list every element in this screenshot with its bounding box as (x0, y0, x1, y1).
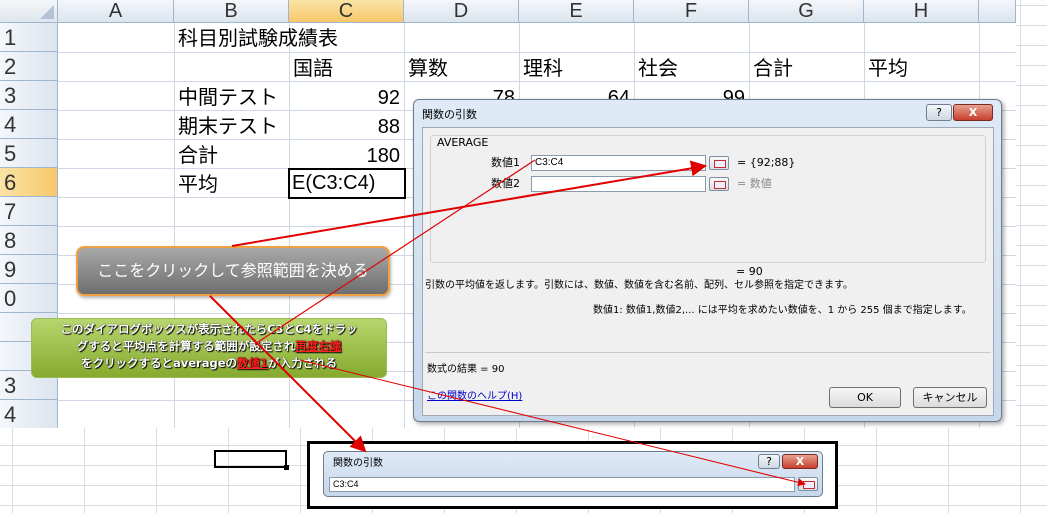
instruction-line-2: グすると平均点を計算する範囲が設定され再度右端 (32, 338, 386, 355)
mini-dialog-title: 関数の引数 (333, 458, 383, 469)
header-shakai[interactable]: 社会 (638, 55, 678, 83)
argument-group: AVERAGE 数値1 C3:C4 = {92;88} 数値2 = 数値 (430, 135, 986, 263)
column-header-f[interactable]: F (634, 0, 749, 23)
mini-range-input[interactable]: C3:C4 (329, 477, 795, 492)
column-header-a[interactable]: A (58, 0, 174, 23)
row-header-1[interactable]: 1 (0, 23, 58, 52)
cell-c6-active[interactable]: E(C3:C4) (288, 168, 406, 199)
mini-expand-button[interactable] (798, 477, 818, 491)
collapsed-function-dialog: 関数の引数 ? X C3:C4 (323, 451, 823, 497)
dialog-body: AVERAGE 数値1 C3:C4 = {92;88} 数値2 = 数値 = 9… (422, 127, 994, 416)
row-header-4[interactable]: 4 (0, 110, 58, 139)
instruction-text: をクリックするとaverageの (80, 356, 237, 370)
column-header-g[interactable]: G (749, 0, 864, 23)
row-header-8[interactable]: 8 (0, 226, 58, 255)
row-header-5[interactable]: 5 (0, 139, 58, 168)
select-all-corner[interactable] (0, 0, 58, 23)
cell-c4[interactable]: 88 (289, 113, 400, 141)
row-label-total[interactable]: 合計 (178, 142, 218, 170)
arg1-result: = {92;88} (737, 156, 796, 169)
callout-instructions: このダイアログボックスが表示されたらC3とC4をドラッ グすると平均点を計算する… (31, 318, 387, 378)
arg1-collapse-button[interactable] (709, 156, 729, 170)
help-link[interactable]: この関数のヘルプ(H) (427, 390, 522, 404)
instruction-highlight-arg1: 数値1 (237, 356, 269, 370)
instruction-line-1: このダイアログボックスが表示されたらC3とC4をドラッ (60, 322, 358, 336)
mini-close-button[interactable]: X (782, 454, 818, 469)
row-header-7[interactable]: 7 (0, 197, 58, 226)
column-header-c[interactable]: C (289, 0, 404, 23)
row-header-3[interactable]: 3 (0, 81, 58, 110)
row-header-9[interactable]: 9 (0, 255, 58, 284)
sheet-title[interactable]: 科目別試験成績表 (178, 25, 338, 53)
arg2-result: = 数値 (737, 177, 772, 190)
instruction-line-3: をクリックするとaverageの数値1が入力される (32, 355, 386, 372)
function-arguments-dialog: 関数の引数 ? X AVERAGE 数値1 C3:C4 = {92;88} 数値… (413, 99, 1002, 422)
column-header-h[interactable]: H (864, 0, 979, 23)
row-label-final[interactable]: 期末テスト (178, 113, 278, 141)
function-description: 引数の平均値を返します。引数には、数値、数値を含む名前、配列、セル参照を指定でき… (425, 280, 853, 291)
header-total[interactable]: 合計 (753, 55, 793, 83)
row-header-6[interactable]: 6 (0, 168, 58, 197)
function-name: AVERAGE (437, 136, 489, 149)
arg2-input[interactable] (531, 176, 706, 192)
arg2-label: 数値2 (491, 177, 520, 190)
row-header-14[interactable]: 4 (0, 400, 58, 428)
row-header-2[interactable]: 2 (0, 52, 58, 81)
instruction-highlight-right-end: 再度右端 (295, 339, 342, 353)
cell-c3[interactable]: 92 (289, 84, 400, 112)
instruction-text: が入力される (268, 356, 338, 370)
callout-click-here: ここをクリックして参照範囲を決める (76, 246, 390, 296)
selected-cell-outline (214, 450, 289, 470)
header-rika[interactable]: 理科 (523, 55, 563, 83)
dialog-close-button[interactable]: X (953, 104, 993, 121)
arg2-collapse-button[interactable] (709, 177, 729, 191)
row-label-average[interactable]: 平均 (178, 171, 218, 199)
instruction-text: グすると平均点を計算する範囲が設定され (76, 339, 296, 353)
ok-button[interactable]: OK (829, 387, 901, 408)
header-sansu[interactable]: 算数 (408, 55, 448, 83)
argument-help: 数値1: 数値1,数値2,... には平均を求めたい数値を、1 から 255 個… (593, 305, 972, 316)
column-header-b[interactable]: B (174, 0, 289, 23)
total-result: = 90 (736, 265, 763, 278)
header-kokugo[interactable]: 国語 (293, 55, 333, 83)
dialog-title: 関数の引数 (422, 108, 477, 121)
cell-c5[interactable]: 180 (289, 142, 400, 170)
arg1-input[interactable]: C3:C4 (531, 155, 706, 171)
column-header-i[interactable] (979, 0, 1016, 23)
column-header-d[interactable]: D (404, 0, 519, 23)
formula-result: 数式の結果 = 90 (427, 364, 505, 375)
mini-help-button[interactable]: ? (758, 454, 780, 469)
arg1-label: 数値1 (491, 156, 520, 169)
column-header-e[interactable]: E (519, 0, 634, 23)
row-label-midterm[interactable]: 中間テスト (178, 84, 278, 112)
separator (425, 352, 991, 353)
cancel-button[interactable]: キャンセル (913, 387, 987, 408)
header-average[interactable]: 平均 (868, 55, 908, 83)
row-header-10[interactable]: 0 (0, 284, 58, 313)
dialog-help-button[interactable]: ? (926, 104, 952, 121)
